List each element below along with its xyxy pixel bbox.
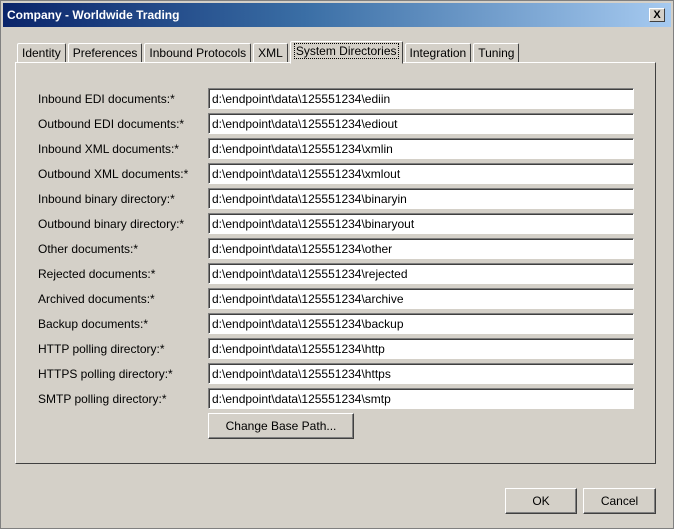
form-row-inbound-binary: Inbound binary directory:* [16,188,657,210]
tab-tuning[interactable]: Tuning [473,43,520,63]
other-documents-label: Other documents:* [38,242,139,256]
smtp-polling-input[interactable] [208,388,634,409]
inbound-edi-label: Inbound EDI documents:* [38,92,175,106]
tab-integration[interactable]: Integration [404,43,472,63]
backup-documents-input[interactable] [208,313,634,334]
other-documents-input[interactable] [208,238,634,259]
form-row-smtp-polling: SMTP polling directory:* [16,388,657,410]
tab-inbound-protocols[interactable]: Inbound Protocols [144,43,252,63]
inbound-xml-input[interactable] [208,138,634,159]
form-row-other-documents: Other documents:* [16,238,657,260]
outbound-binary-label: Outbound binary directory:* [38,217,185,231]
title-bar: Company - Worldwide Trading X [3,3,671,27]
https-polling-label: HTTPS polling directory:* [38,367,173,381]
inbound-binary-input[interactable] [208,188,634,209]
rejected-documents-input[interactable] [208,263,634,284]
smtp-polling-label: SMTP polling directory:* [38,392,167,406]
outbound-xml-input[interactable] [208,163,634,184]
tab-identity[interactable]: Identity [17,43,66,63]
outbound-edi-input[interactable] [208,113,634,134]
outbound-xml-label: Outbound XML documents:* [38,167,189,181]
http-polling-label: HTTP polling directory:* [38,342,165,356]
http-polling-input[interactable] [208,338,634,359]
dialog-window: Company - Worldwide Trading X Identity P… [0,0,674,529]
rejected-documents-label: Rejected documents:* [38,267,156,281]
outbound-edi-label: Outbound EDI documents:* [38,117,185,131]
form-row-outbound-xml: Outbound XML documents:* [16,163,657,185]
tab-strip: Identity Preferences Inbound Protocols X… [17,41,521,64]
backup-documents-label: Backup documents:* [38,317,149,331]
form-row-archived-documents: Archived documents:* [16,288,657,310]
form-row-outbound-binary: Outbound binary directory:* [16,213,657,235]
tab-xml[interactable]: XML [253,43,288,63]
cancel-button[interactable]: Cancel [583,488,656,514]
form-row-http-polling: HTTP polling directory:* [16,338,657,360]
form-row-https-polling: HTTPS polling directory:* [16,363,657,385]
tab-preferences[interactable]: Preferences [67,43,143,63]
inbound-edi-input[interactable] [208,88,634,109]
archived-documents-input[interactable] [208,288,634,309]
form-row-rejected-documents: Rejected documents:* [16,263,657,285]
ok-button[interactable]: OK [505,488,577,514]
system-directories-panel: Inbound EDI documents:* Outbound EDI doc… [15,62,656,464]
change-base-path-button[interactable]: Change Base Path... [208,413,354,439]
form-row-inbound-edi: Inbound EDI documents:* [16,88,657,110]
window-title: Company - Worldwide Trading [7,8,180,22]
close-button[interactable]: X [649,8,665,22]
outbound-binary-input[interactable] [208,213,634,234]
https-polling-input[interactable] [208,363,634,384]
form-row-inbound-xml: Inbound XML documents:* [16,138,657,160]
inbound-binary-label: Inbound binary directory:* [38,192,175,206]
form-row-outbound-edi: Outbound EDI documents:* [16,113,657,135]
inbound-xml-label: Inbound XML documents:* [38,142,179,156]
archived-documents-label: Archived documents:* [38,292,155,306]
form-row-backup-documents: Backup documents:* [16,313,657,335]
tab-system-directories[interactable]: System Directories [289,41,403,64]
